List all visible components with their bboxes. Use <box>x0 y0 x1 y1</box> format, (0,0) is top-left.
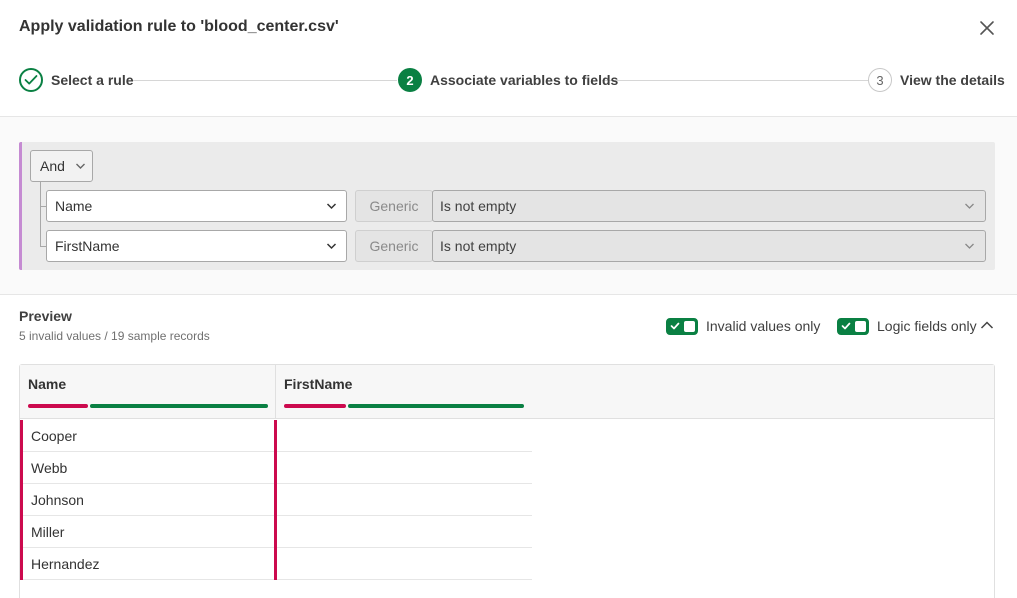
step-label: Associate variables to fields <box>430 72 619 88</box>
invalid-ratio-bar <box>28 404 88 408</box>
cell-name: Cooper <box>20 420 277 452</box>
condition-dropdown[interactable]: Is not empty <box>432 230 986 262</box>
chevron-down-icon <box>75 162 86 170</box>
table-row: Miller <box>20 516 532 548</box>
column-label: Name <box>28 376 67 392</box>
rule-builder: And Name Generic Is not empty FirstName <box>0 117 1017 295</box>
invalid-values-toggle[interactable]: Invalid values only <box>666 317 820 335</box>
check-icon <box>19 68 43 92</box>
type-tag: Generic <box>355 230 433 262</box>
check-icon <box>841 322 851 329</box>
toggle-knob <box>683 319 696 333</box>
toggle-switch[interactable] <box>837 317 869 335</box>
step-number: 3 <box>868 68 892 92</box>
step-view-details[interactable]: 3 View the details <box>868 68 1005 92</box>
cell-first-name <box>277 484 532 516</box>
tree-connector <box>40 182 41 246</box>
operator-label: And <box>40 158 65 174</box>
dialog-header: Apply validation rule to 'blood_center.c… <box>0 0 1017 117</box>
table-row: Johnson <box>20 484 532 516</box>
condition-value: Is not empty <box>440 198 517 214</box>
field-dropdown-name[interactable]: Name <box>46 190 347 222</box>
rule-group: And Name Generic Is not empty FirstName <box>19 142 995 270</box>
chevron-down-icon <box>964 242 975 250</box>
cell-first-name <box>277 548 532 580</box>
table-row: Cooper <box>20 420 532 452</box>
valid-ratio-bar <box>90 404 268 408</box>
step-label: Select a rule <box>51 72 134 88</box>
column-header-firstname[interactable]: FirstName <box>276 365 532 419</box>
field-value: FirstName <box>55 238 120 254</box>
stepper: Select a rule 2 Associate variables to f… <box>19 68 1005 94</box>
logic-fields-toggle[interactable]: Logic fields only <box>837 317 977 335</box>
cell-name: Miller <box>20 516 277 548</box>
cell-first-name <box>277 452 532 484</box>
invalid-ratio-bar <box>284 404 346 408</box>
valid-ratio-bar <box>348 404 524 408</box>
table-row: Webb <box>20 452 532 484</box>
condition-dropdown[interactable]: Is not empty <box>432 190 986 222</box>
toggle-knob <box>854 319 867 333</box>
step-label: View the details <box>900 72 1005 88</box>
chevron-down-icon <box>964 202 975 210</box>
close-icon[interactable] <box>976 17 998 39</box>
step-connector <box>129 80 397 81</box>
toggle-label: Invalid values only <box>706 318 821 334</box>
cell-first-name <box>277 420 532 452</box>
toggle-label: Logic fields only <box>877 318 977 334</box>
step-number: 2 <box>398 68 422 92</box>
check-icon <box>670 322 680 329</box>
column-header-name[interactable]: Name <box>20 365 276 419</box>
cell-name: Hernandez <box>20 548 277 580</box>
preview-title: Preview <box>19 308 72 324</box>
cell-name: Webb <box>20 452 277 484</box>
chevron-down-icon <box>326 202 337 210</box>
cell-first-name <box>277 516 532 548</box>
chevron-up-icon[interactable] <box>979 318 995 332</box>
type-tag: Generic <box>355 190 433 222</box>
chevron-down-icon <box>326 242 337 250</box>
table-header: Name FirstName <box>20 365 994 419</box>
condition-value: Is not empty <box>440 238 517 254</box>
step-associate-variables[interactable]: 2 Associate variables to fields <box>398 68 618 92</box>
toggle-switch[interactable] <box>666 317 698 335</box>
step-select-rule[interactable]: Select a rule <box>19 68 134 92</box>
field-dropdown-firstname[interactable]: FirstName <box>46 230 347 262</box>
table-row: Hernandez <box>20 548 532 580</box>
preview-summary: 5 invalid values / 19 sample records <box>19 329 210 343</box>
cell-name: Johnson <box>20 484 277 516</box>
step-connector <box>602 80 868 81</box>
field-value: Name <box>55 198 93 214</box>
dialog-title: Apply validation rule to 'blood_center.c… <box>19 18 339 35</box>
preview-table: Name FirstName Cooper Webb Johnson Mille… <box>19 364 995 598</box>
column-label: FirstName <box>284 376 353 392</box>
operator-dropdown[interactable]: And <box>30 150 93 182</box>
